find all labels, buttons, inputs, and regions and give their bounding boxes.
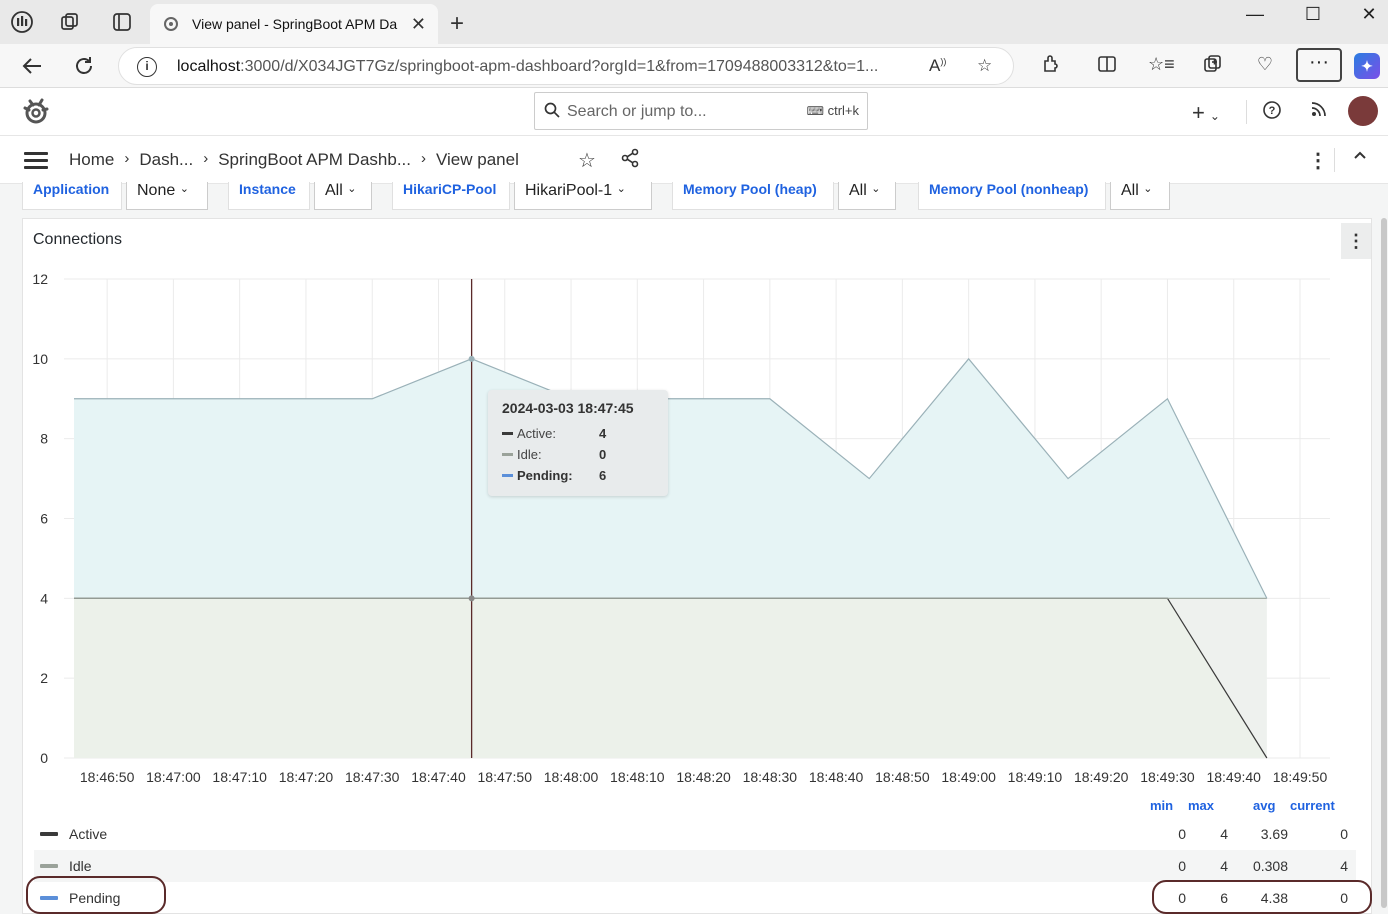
legend-row-active[interactable]: Active 0 4 3.69 0 — [34, 818, 1356, 850]
breadcrumb-dashboard[interactable]: SpringBoot APM Dashb... — [218, 150, 411, 170]
tab-actions-icon[interactable] — [110, 10, 134, 34]
search-icon — [544, 102, 560, 118]
grafana-topbar: ⌨ ctrl+k + ⌄ ? — [0, 88, 1388, 136]
highlight-ring-pending-values — [1152, 880, 1372, 914]
collections-icon[interactable] — [1200, 54, 1226, 79]
menu-icon[interactable] — [24, 152, 48, 169]
breadcrumb-home[interactable]: Home — [69, 150, 114, 170]
site-info-icon[interactable]: i — [137, 57, 157, 77]
close-tab-icon[interactable]: ✕ — [411, 14, 426, 35]
pending-swatch — [502, 474, 513, 477]
url-text: localhost:3000/d/X034JGT7Gz/springboot-a… — [177, 58, 879, 75]
more-icon[interactable]: ··· — [1296, 48, 1342, 82]
variable-label-memory-pool-heap: Memory Pool (heap) — [672, 182, 834, 210]
split-screen-icon[interactable] — [1094, 54, 1120, 79]
tooltip-row-active: Active: 4 — [502, 426, 606, 441]
favorites-icon[interactable]: ☆≡ — [1148, 54, 1175, 75]
tooltip-row-pending: Pending: 6 — [502, 468, 606, 483]
breadcrumb-bar: Home › Dash... › SpringBoot APM Dashb...… — [0, 136, 1388, 184]
copilot-icon[interactable]: ✦ — [1354, 53, 1380, 79]
active-swatch — [502, 432, 513, 435]
chevron-right-icon: › — [124, 150, 130, 167]
tooltip-time: 2024-03-03 18:47:45 — [502, 400, 634, 416]
panel-menu-icon[interactable]: ⋮ — [1341, 223, 1371, 259]
chart-tooltip: 2024-03-03 18:47:45 Active: 4 Idle: 0 Pe… — [488, 390, 668, 496]
panel-title: Connections — [33, 231, 122, 248]
share-icon[interactable] — [620, 148, 640, 174]
address-bar[interactable]: i localhost:3000/d/X034JGT7Gz/springboot… — [118, 47, 1014, 85]
extensions-icon[interactable] — [1038, 54, 1064, 79]
idle-swatch — [40, 864, 58, 868]
svg-text:?: ? — [1269, 105, 1276, 117]
chevron-right-icon: › — [421, 150, 426, 167]
browser-essentials-icon[interactable]: ♡ — [1252, 54, 1278, 75]
browser-tab-active[interactable]: View panel - SpringBoot APM Da ✕ — [150, 4, 438, 44]
help-icon[interactable]: ? — [1262, 100, 1282, 125]
read-aloud-icon[interactable]: A)) — [929, 56, 946, 76]
back-icon[interactable] — [18, 52, 46, 80]
variable-select-application[interactable]: None ⌄ — [126, 182, 208, 210]
legend-header-max[interactable]: max — [1188, 798, 1214, 813]
maximize-icon[interactable]: ☐ — [1298, 4, 1328, 25]
grafana-favicon-icon — [162, 15, 180, 33]
workspaces-icon[interactable] — [10, 10, 34, 34]
chevron-up-icon[interactable] — [1352, 146, 1368, 169]
favorite-icon[interactable]: ☆ — [977, 56, 992, 76]
search-input[interactable] — [567, 101, 787, 123]
active-swatch — [40, 832, 58, 836]
breadcrumb-dashboards[interactable]: Dash... — [139, 150, 193, 170]
close-window-icon[interactable]: ✕ — [1354, 4, 1384, 25]
news-feed-icon[interactable] — [1310, 100, 1328, 123]
legend-header-current[interactable]: current — [1290, 798, 1335, 813]
scrollbar[interactable] — [1380, 214, 1388, 914]
kebab-menu-icon[interactable]: ⋮ — [1308, 148, 1328, 173]
legend-row-idle[interactable]: Idle 0 4 0.308 4 — [34, 850, 1356, 882]
avatar[interactable] — [1348, 96, 1378, 126]
variable-label-memory-pool-nonheap: Memory Pool (nonheap) — [918, 182, 1106, 210]
idle-swatch — [502, 453, 513, 456]
divider — [1246, 100, 1247, 124]
star-icon[interactable]: ☆ — [578, 148, 596, 173]
template-variables: Application None ⌄ Instance All ⌄ Hikari… — [0, 182, 1388, 214]
browser-tab-strip: View panel - SpringBoot APM Da ✕ + — ☐ ✕ — [0, 0, 1388, 44]
legend-header-min[interactable]: min — [1150, 798, 1173, 813]
breadcrumb-current: View panel — [436, 150, 519, 169]
variable-select-instance[interactable]: All ⌄ — [314, 182, 372, 210]
legend-header-avg[interactable]: avg — [1253, 798, 1275, 813]
variable-select-memory-pool-nonheap[interactable]: All ⌄ — [1110, 182, 1170, 210]
tab-title: View panel - SpringBoot APM Da — [192, 16, 398, 32]
tooltip-row-idle: Idle: 0 — [502, 447, 606, 462]
grafana-logo-icon[interactable] — [20, 96, 52, 128]
search-box[interactable]: ⌨ ctrl+k — [534, 92, 868, 130]
refresh-icon[interactable] — [70, 52, 98, 80]
divider — [1334, 148, 1335, 172]
minimize-icon[interactable]: — — [1240, 4, 1270, 25]
variable-select-hikaricp-pool[interactable]: HikariPool-1 ⌄ — [514, 182, 652, 210]
highlight-ring-pending-label — [26, 876, 166, 914]
browser-toolbar: i localhost:3000/d/X034JGT7Gz/springboot… — [0, 44, 1388, 88]
breadcrumb: Home › Dash... › SpringBoot APM Dashb...… — [69, 150, 519, 170]
new-tab-icon[interactable]: + — [444, 10, 470, 38]
variable-label-application: Application — [22, 182, 122, 210]
collections-icon[interactable] — [58, 10, 82, 34]
add-new-icon[interactable]: + ⌄ — [1192, 100, 1220, 126]
chevron-right-icon: › — [203, 150, 209, 167]
variable-label-hikaricp-pool: HikariCP-Pool — [392, 182, 510, 210]
variable-label-instance: Instance — [228, 182, 310, 210]
variable-select-memory-pool-heap[interactable]: All ⌄ — [838, 182, 896, 210]
search-shortcut-hint: ⌨ ctrl+k — [806, 103, 859, 118]
